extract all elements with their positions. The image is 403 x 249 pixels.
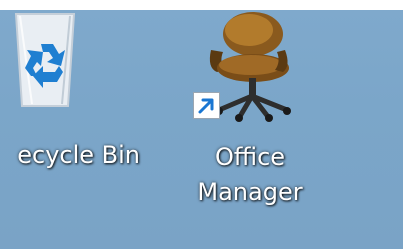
office-manager-shortcut[interactable]: Office Manager [175,10,325,225]
office-manager-label-line2: Manager [197,178,303,206]
recycle-bin-label: ecycle Bin [17,141,140,169]
office-manager-label-line1: Office [214,143,286,171]
recycle-bin-shortcut[interactable]: ecycle Bin [0,10,140,210]
shortcut-arrow-icon [193,92,220,119]
desktop: ecycle Bin Office Manager [0,10,403,249]
recycle-bin-icon [14,13,76,107]
